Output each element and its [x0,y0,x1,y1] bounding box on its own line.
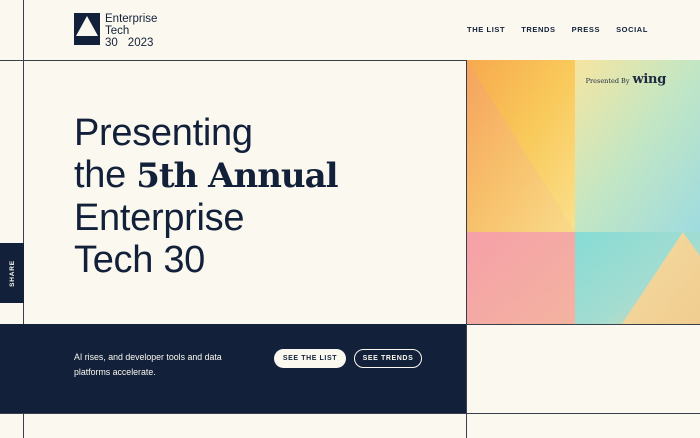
hero-line-2: the 5th Annual [74,154,339,197]
hero-artwork: Presented By wing [467,60,700,324]
logo-line-3a: 30 [105,37,118,49]
site-logo[interactable]: Enterprise Tech 30 2023 [74,13,157,49]
logo-line-3b: 2023 [127,37,154,49]
sponsor-logo[interactable]: wing [633,72,667,87]
hero-line-2a: the [74,154,137,196]
logo-triangle-icon [74,13,100,45]
grid-line-mid [466,324,700,325]
logo-wordmark: Enterprise Tech 30 2023 [105,13,157,49]
grid-line-bottom [0,413,700,414]
hero-headline: Presenting the 5th Annual Enterprise Tec… [74,112,339,281]
nav-press[interactable]: PRESS [572,25,600,34]
gradient-art [467,60,700,324]
nav-the-list[interactable]: THE LIST [467,25,505,34]
hero-line-2b: 5th Annual [136,156,338,196]
intro-description: AI rises, and developer tools and data p… [74,352,222,377]
hero-line-1: Presenting [74,112,253,154]
share-tab[interactable]: SHARE [0,243,24,303]
logo-line-2: Tech [105,25,130,37]
hero-line-4: Tech 30 [74,239,205,281]
sponsor-credit: Presented By wing [585,72,667,87]
nav-social[interactable]: SOCIAL [616,25,648,34]
nav-trends[interactable]: TRENDS [521,25,555,34]
share-label: SHARE [8,259,16,287]
see-trends-button[interactable]: SEE TRENDS [354,349,422,368]
sponsor-prefix: Presented By [585,77,630,85]
hero-line-3: Enterprise [74,197,245,239]
main-nav: THE LIST TRENDS PRESS SOCIAL [467,25,648,34]
intro-band: AI rises, and developer tools and data p… [0,324,466,413]
see-the-list-button[interactable]: SEE THE LIST [274,349,346,368]
logo-line-1: Enterprise [105,13,158,25]
